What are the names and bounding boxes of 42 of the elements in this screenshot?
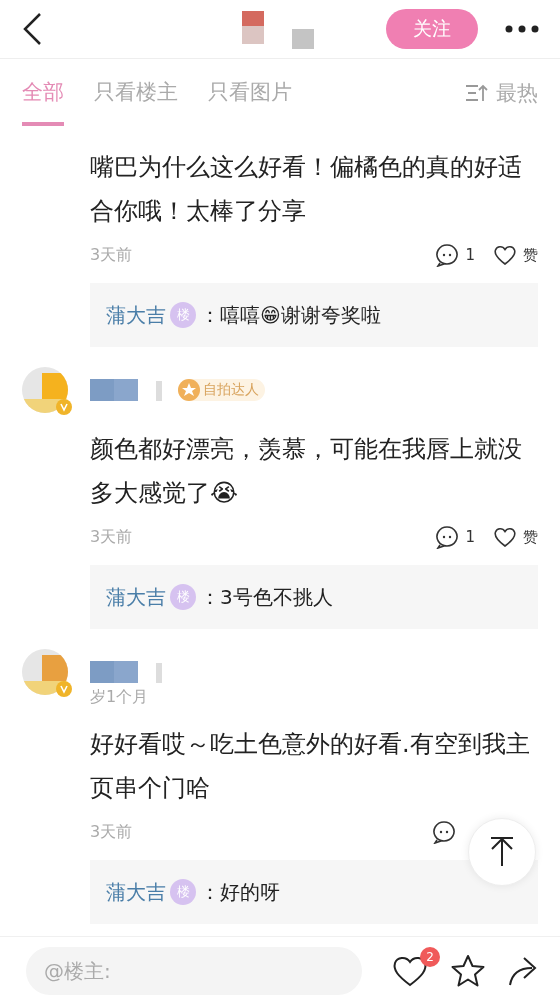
reply-text: ：好的呀 (200, 878, 280, 906)
author-badge: 楼 (170, 302, 196, 328)
more-icon[interactable] (504, 24, 540, 34)
count-badge: 2 (420, 946, 440, 967)
reply-author[interactable]: 蒲大吉 (106, 301, 166, 329)
comment-time: 3天前 (90, 244, 133, 266)
follow-button[interactable]: 关注 (386, 9, 478, 49)
like-label: 赞 (523, 245, 538, 265)
comment-icon[interactable] (435, 525, 460, 549)
reply-text: ：嘻嘻😁谢谢夸奖啦 (200, 301, 381, 329)
star-icon[interactable] (450, 953, 486, 988)
like-icon[interactable] (392, 954, 428, 987)
comment-text: 好好看哎～吃土色意外的好看.有空到我主页串个门哈 (90, 729, 531, 804)
like-label: 赞 (523, 527, 538, 547)
comment-text: 嘴巴为什么这么好看！偏橘色的真的好适合你哦！太棒了分享 (90, 152, 523, 227)
comment-icon[interactable] (435, 243, 460, 267)
comment-count: 1 (465, 246, 475, 264)
reply-author[interactable]: 蒲大吉 (106, 583, 166, 611)
author-badge: 楼 (170, 879, 196, 905)
verified-icon (56, 399, 72, 415)
sort-icon[interactable] (464, 83, 488, 103)
like-icon[interactable] (493, 526, 517, 548)
user-meta: 岁1个月 (90, 687, 150, 708)
comment-input[interactable]: @楼主: (26, 946, 362, 995)
reply-author[interactable]: 蒲大吉 (106, 878, 166, 906)
comment-text: 颜色都好漂亮，羡慕，可能在我唇上就没多大感觉了😭 (90, 434, 523, 509)
comment-icon[interactable] (432, 820, 456, 844)
badge-label: 自拍达人 (203, 381, 259, 399)
tab[interactable]: 只看楼主 (94, 60, 178, 126)
verified-icon (56, 681, 72, 697)
comment-count: 1 (465, 528, 475, 546)
tab[interactable]: 只看图片 (208, 60, 292, 126)
comment-time: 3天前 (90, 526, 133, 548)
comment-time: 3天前 (90, 821, 133, 843)
like-icon[interactable] (493, 244, 517, 266)
sort-button[interactable]: 最热 (496, 79, 538, 107)
author-badge: 楼 (170, 584, 196, 610)
share-icon[interactable] (508, 954, 538, 987)
reply-text: ：3号色不挑人 (200, 583, 333, 611)
up-arrow-icon (490, 837, 514, 867)
tab[interactable]: 全部 (22, 60, 64, 126)
back-icon[interactable] (22, 12, 42, 46)
